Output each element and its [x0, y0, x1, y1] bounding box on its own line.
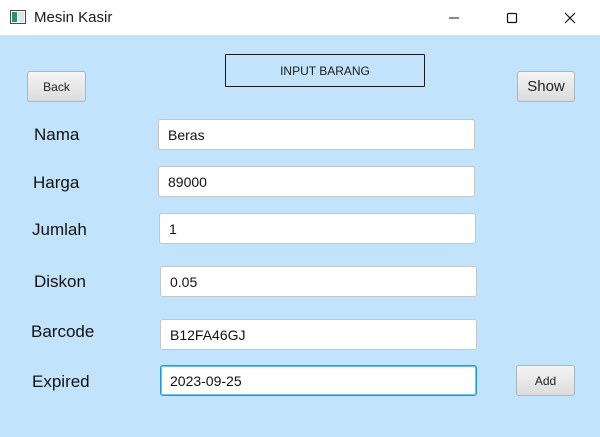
diskon-input[interactable] — [160, 266, 477, 297]
diskon-label: Diskon — [34, 272, 86, 291]
expired-input[interactable] — [160, 365, 477, 396]
maximize-button[interactable] — [489, 0, 535, 35]
nama-label: Nama — [34, 125, 80, 144]
app-icon — [10, 10, 26, 24]
barcode-input[interactable] — [160, 319, 477, 350]
nama-input[interactable] — [158, 119, 475, 150]
jumlah-input[interactable] — [159, 213, 476, 244]
title-bar[interactable]: Mesin Kasir — [0, 0, 600, 35]
harga-input[interactable] — [158, 166, 475, 197]
app-window: Mesin Kasir Back INPUT BARANG Show Nama … — [0, 0, 600, 437]
window-title: Mesin Kasir — [34, 9, 113, 26]
harga-label: Harga — [33, 173, 80, 192]
back-button[interactable]: Back — [27, 71, 86, 102]
page-title: INPUT BARANG — [225, 54, 425, 87]
minimize-button[interactable] — [431, 0, 477, 35]
show-button[interactable]: Show — [517, 71, 575, 102]
barcode-label: Barcode — [31, 322, 95, 341]
jumlah-label: Jumlah — [32, 220, 87, 239]
minimize-icon — [449, 17, 459, 18]
expired-label: Expired — [32, 372, 90, 391]
close-button[interactable] — [547, 0, 593, 35]
maximize-icon — [506, 12, 518, 23]
close-icon — [564, 12, 576, 23]
add-button[interactable]: Add — [516, 365, 575, 396]
form-panel: Back INPUT BARANG Show Nama Harga Jumlah… — [0, 35, 600, 437]
